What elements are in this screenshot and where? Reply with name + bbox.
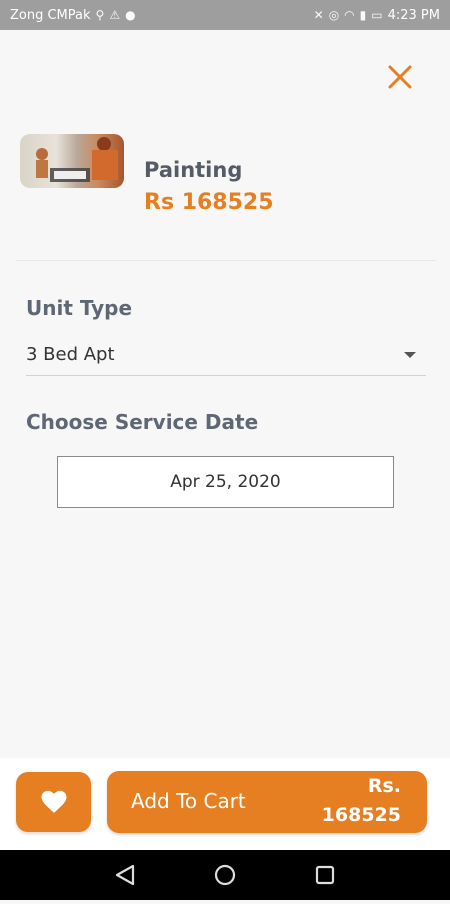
add-to-cart-button[interactable]: Add To Cart Rs. 168525 — [107, 771, 427, 833]
product-image — [36, 137, 118, 182]
status-bar-left: Zong CMPak ⚲ ⚠ ● — [10, 8, 136, 23]
carrier-name: Zong CMPak — [10, 7, 91, 23]
usb-icon: ⚲ — [95, 8, 105, 22]
divider — [16, 260, 436, 261]
mute-icon: ✕ — [313, 8, 324, 22]
message-icon: ● — [125, 8, 136, 22]
unit-type-select[interactable]: 3 Bed Apt — [26, 338, 426, 376]
chevron-down-icon — [404, 352, 416, 358]
recents-square-icon — [315, 865, 335, 885]
battery-icon: ▭ — [371, 8, 383, 22]
heart-icon — [41, 790, 66, 813]
wifi-icon: ◠ — [344, 8, 355, 22]
status-time: 4:23 PM — [387, 7, 440, 23]
service-date-value: Apr 25, 2020 — [170, 472, 281, 492]
product-price: Rs 168525 — [144, 190, 274, 215]
unit-type-label: Unit Type — [26, 296, 133, 320]
signal-icon: ▮ — [359, 8, 367, 22]
product-thumbnail — [20, 134, 124, 188]
alarm-icon: ◎ — [328, 8, 340, 22]
home-circle-icon — [214, 864, 236, 886]
warning-icon: ⚠ — [109, 8, 121, 22]
cart-price-amount: 168525 — [321, 804, 401, 826]
nav-home-button[interactable] — [195, 850, 255, 900]
status-bar: Zong CMPak ⚲ ⚠ ● ✕ ◎ ◠ ▮ ▭ 4:23 PM — [0, 0, 450, 30]
system-nav-bar — [0, 850, 450, 900]
back-triangle-icon — [115, 864, 135, 886]
nav-recents-button[interactable] — [295, 850, 355, 900]
close-button[interactable] — [383, 60, 417, 94]
favorite-button[interactable] — [16, 772, 91, 832]
service-date-picker[interactable]: Apr 25, 2020 — [57, 456, 394, 508]
status-bar-right: ✕ ◎ ◠ ▮ ▭ 4:23 PM — [314, 8, 440, 23]
add-to-cart-label: Add To Cart — [131, 789, 246, 813]
close-icon — [388, 65, 412, 89]
service-date-label: Choose Service Date — [26, 410, 259, 434]
unit-type-value: 3 Bed Apt — [26, 344, 115, 365]
product-name: Painting — [144, 158, 243, 182]
nav-back-button[interactable] — [95, 850, 155, 900]
cart-price-currency: Rs. — [367, 775, 401, 797]
